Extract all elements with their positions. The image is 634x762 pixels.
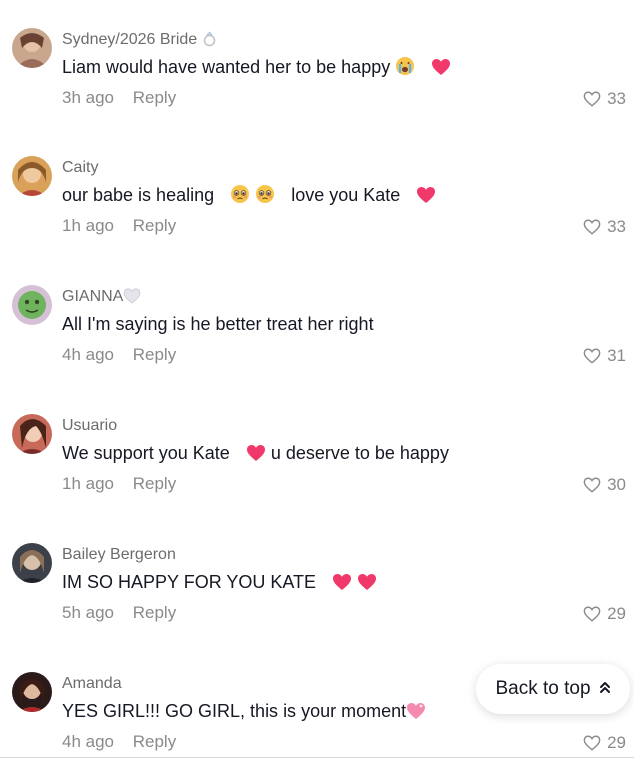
comment-text: All I'm saying is he better treat her ri… bbox=[62, 312, 374, 336]
pink-heart-emoji bbox=[332, 573, 352, 597]
like-count: 30 bbox=[607, 475, 626, 494]
double-chevron-up-icon[interactable] bbox=[599, 680, 611, 699]
comment-text-part: love you Kate bbox=[291, 185, 401, 205]
comment-meta: 1h ago Reply bbox=[62, 473, 176, 495]
like-button[interactable]: 29 bbox=[583, 732, 626, 754]
reply-button[interactable]: Reply bbox=[133, 474, 176, 493]
comment-text: YES GIRL!!! GO GIRL, this is your moment bbox=[62, 699, 426, 726]
username-text[interactable]: GIANNA bbox=[62, 288, 123, 305]
like-count: 33 bbox=[607, 217, 626, 236]
ring-icon bbox=[202, 30, 217, 53]
comment-meta: 5h ago Reply bbox=[62, 602, 176, 624]
avatar[interactable] bbox=[12, 543, 52, 583]
reply-button[interactable]: Reply bbox=[133, 345, 176, 364]
sparkling-heart-emoji bbox=[406, 702, 426, 726]
pleading-face-emoji bbox=[255, 184, 275, 210]
like-count: 29 bbox=[607, 733, 626, 752]
comment-text-part: our babe is healing bbox=[62, 185, 215, 205]
like-button[interactable]: 29 bbox=[583, 603, 626, 625]
avatar[interactable] bbox=[12, 156, 52, 196]
comment-time: 1h ago bbox=[62, 474, 114, 493]
comment-text-part: YES GIRL!!! GO GIRL, this is your moment bbox=[62, 701, 407, 721]
comment-text: our babe is healing love you Kate bbox=[62, 183, 436, 210]
heart-outline-icon[interactable] bbox=[583, 90, 601, 108]
like-button[interactable]: 30 bbox=[583, 474, 626, 496]
heart-outline-icon[interactable] bbox=[583, 347, 601, 365]
heart-outline-icon[interactable] bbox=[583, 734, 601, 752]
avatar[interactable] bbox=[12, 672, 52, 712]
pink-heart-emoji bbox=[431, 58, 451, 82]
comment-meta: 1h ago Reply bbox=[62, 215, 176, 237]
pink-heart-emoji bbox=[416, 186, 436, 210]
comment-username[interactable]: Usuario bbox=[62, 416, 117, 436]
comment-item: Usuario We support you Kate u deserve to… bbox=[0, 414, 634, 542]
comment-item: Sydney/2026 Bride Liam would have wanted… bbox=[0, 28, 634, 156]
avatar[interactable] bbox=[12, 414, 52, 454]
like-count: 31 bbox=[607, 346, 626, 365]
reply-button[interactable]: Reply bbox=[133, 88, 176, 107]
comment-item: Caity our babe is healing love you Kate … bbox=[0, 156, 634, 284]
reply-button[interactable]: Reply bbox=[133, 603, 176, 622]
username-text[interactable]: Sydney/2026 Bride bbox=[62, 31, 197, 48]
comment-username[interactable]: GIANNA bbox=[62, 287, 141, 310]
username-text[interactable]: Bailey Bergeron bbox=[62, 546, 176, 563]
comment-text-part: IM SO HAPPY FOR YOU KATE bbox=[62, 572, 317, 592]
comment-meta: 3h ago Reply bbox=[62, 87, 176, 109]
comment-username[interactable]: Sydney/2026 Bride bbox=[62, 30, 217, 53]
comment-time: 4h ago bbox=[62, 345, 114, 364]
crying-face-emoji bbox=[395, 56, 415, 82]
comment-time: 1h ago bbox=[62, 216, 114, 235]
pink-heart-emoji bbox=[246, 444, 266, 468]
comment-text: IM SO HAPPY FOR YOU KATE bbox=[62, 570, 377, 597]
white-heart-emoji bbox=[123, 288, 141, 310]
comment-text-part: All I'm saying is he better treat her ri… bbox=[62, 314, 374, 334]
comment-text-part: u deserve to be happy bbox=[270, 443, 449, 463]
comment-text: Liam would have wanted her to be happy bbox=[62, 55, 451, 82]
heart-outline-icon[interactable] bbox=[583, 476, 601, 494]
avatar[interactable] bbox=[12, 28, 52, 68]
like-count: 33 bbox=[607, 89, 626, 108]
comment-item: Bailey Bergeron IM SO HAPPY FOR YOU KATE… bbox=[0, 543, 634, 671]
username-text[interactable]: Usuario bbox=[62, 417, 117, 434]
like-button[interactable]: 31 bbox=[583, 345, 626, 367]
reply-button[interactable]: Reply bbox=[133, 216, 176, 235]
comment-item: GIANNA All I'm saying is he better treat… bbox=[0, 285, 634, 413]
heart-outline-icon[interactable] bbox=[583, 605, 601, 623]
comment-time: 4h ago bbox=[62, 732, 114, 751]
pink-heart-emoji bbox=[357, 573, 377, 597]
like-button[interactable]: 33 bbox=[583, 88, 626, 110]
like-button[interactable]: 33 bbox=[583, 216, 626, 238]
avatar[interactable] bbox=[12, 285, 52, 325]
comment-meta: 4h ago Reply bbox=[62, 731, 176, 753]
reply-button[interactable]: Reply bbox=[133, 732, 176, 751]
back-to-top-button[interactable]: Back to top bbox=[476, 664, 630, 714]
comment-username[interactable]: Caity bbox=[62, 158, 98, 178]
comments-panel: Sydney/2026 Bride Liam would have wanted… bbox=[0, 0, 634, 762]
comment-text-part: Liam would have wanted her to be happy bbox=[62, 57, 391, 77]
username-text[interactable]: Amanda bbox=[62, 675, 122, 692]
comment-text: We support you Kate u deserve to be happ… bbox=[62, 441, 449, 468]
comment-text-part: We support you Kate bbox=[62, 443, 230, 463]
bottom-divider bbox=[0, 757, 634, 758]
comment-username[interactable]: Amanda bbox=[62, 674, 122, 694]
comment-time: 3h ago bbox=[62, 88, 114, 107]
heart-outline-icon[interactable] bbox=[583, 218, 601, 236]
back-to-top-label[interactable]: Back to top bbox=[495, 678, 590, 700]
username-text[interactable]: Caity bbox=[62, 159, 98, 176]
comment-time: 5h ago bbox=[62, 603, 114, 622]
comment-username[interactable]: Bailey Bergeron bbox=[62, 545, 176, 565]
pleading-face-emoji bbox=[230, 184, 250, 210]
like-count: 29 bbox=[607, 604, 626, 623]
comment-meta: 4h ago Reply bbox=[62, 344, 176, 366]
